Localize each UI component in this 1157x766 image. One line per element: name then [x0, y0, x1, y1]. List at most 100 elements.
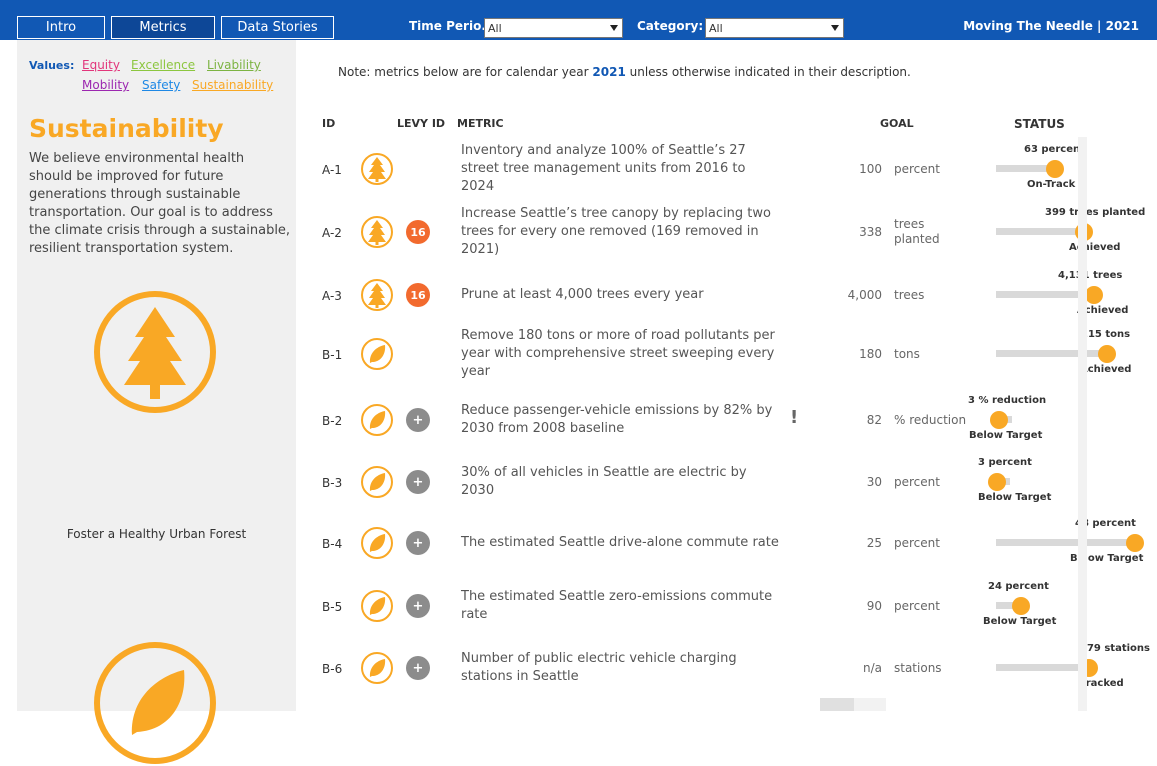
- status-label: On-Track: [1027, 179, 1076, 190]
- status-dot: [1098, 345, 1116, 363]
- status-dot: [990, 411, 1008, 429]
- status-value: 3 % reduction: [968, 395, 1047, 406]
- metric-text: Remove 180 tons or more of road pollutan…: [461, 327, 781, 381]
- status-bar-track: [996, 664, 1080, 671]
- note-text: Note: metrics below are for calendar yea…: [338, 65, 911, 79]
- row-id: B-1: [322, 348, 343, 362]
- category-title: Sustainability: [29, 114, 224, 143]
- time-period-label: Time Perio...: [409, 19, 496, 33]
- leaf-icon: [360, 337, 394, 371]
- metric-text: Prune at least 4,000 trees every year: [461, 286, 781, 304]
- value-link-livability[interactable]: Livability: [207, 58, 261, 72]
- chevron-down-icon: [610, 25, 618, 31]
- metric-line: year with comprehensive street sweeping …: [461, 346, 775, 361]
- note-year: 2021: [592, 65, 626, 79]
- status-bar-track: [996, 350, 1106, 357]
- status-label: Achieved: [1069, 242, 1121, 253]
- goal-value: 338: [859, 225, 882, 239]
- status-value: 24 percent: [988, 581, 1049, 592]
- metric-line: Number of public electric vehicle chargi…: [461, 651, 737, 666]
- row-id: B-5: [322, 600, 343, 614]
- value-link-mobility[interactable]: Mobility: [82, 78, 129, 92]
- value-link-excellence[interactable]: Excellence: [131, 58, 195, 72]
- row-id: A-3: [322, 289, 342, 303]
- levy-badge: 16: [406, 283, 430, 307]
- note-prefix: Note: metrics below are for calendar yea…: [338, 65, 593, 79]
- metric-text: The estimated Seattle drive-alone commut…: [461, 534, 781, 552]
- metric-line: The estimated Seattle drive-alone commut…: [461, 535, 779, 550]
- metric-text: Inventory and analyze 100% of Seattle’s …: [461, 142, 781, 196]
- tab-intro[interactable]: Intro: [17, 16, 105, 39]
- metric-text: 30% of all vehicles in Seattle are elect…: [461, 464, 781, 500]
- metric-line: 2030 from 2008 baseline: [461, 421, 625, 436]
- row-id: A-1: [322, 163, 342, 177]
- row-id: B-3: [322, 476, 343, 490]
- metric-line: Increase Seattle’s tree canopy by replac…: [461, 206, 771, 221]
- metric-line: 2024: [461, 179, 495, 194]
- value-link-safety[interactable]: Safety: [142, 78, 180, 92]
- value-link-equity[interactable]: Equity: [82, 58, 120, 72]
- time-period-select[interactable]: All: [484, 18, 623, 38]
- levy-badge[interactable]: +: [406, 408, 430, 432]
- category-select[interactable]: All: [705, 18, 844, 38]
- sidebar: Values: Equity Excellence Livability Mob…: [17, 40, 296, 764]
- goal-unit: trees planted: [894, 217, 940, 246]
- header-id: ID: [322, 117, 336, 130]
- tree-icon: [360, 215, 394, 249]
- status-value: 3 percent: [978, 457, 1032, 468]
- row-id: B-2: [322, 414, 343, 428]
- goal-unit: % reduction: [894, 413, 967, 427]
- metric-line: The estimated Seattle zero-emissions com…: [461, 589, 773, 604]
- status-value: 4,131 trees: [1058, 270, 1123, 281]
- metric-line: year: [461, 364, 491, 379]
- tab-metrics[interactable]: Metrics: [111, 16, 215, 39]
- metric-line: Remove 180 tons or more of road pollutan…: [461, 328, 775, 343]
- status-label: Below Target: [983, 616, 1057, 627]
- goal-unit: percent: [894, 162, 940, 176]
- status-value: 63 percent: [1024, 144, 1085, 155]
- header-status: STATUS: [1014, 117, 1065, 131]
- value-link-sustainability[interactable]: Sustainability: [192, 78, 273, 92]
- vertical-scrollbar[interactable]: [1078, 137, 1087, 711]
- metric-text: Number of public electric vehicle chargi…: [461, 650, 781, 686]
- goal-caption: Foster a Healthy Urban Forest: [66, 527, 247, 541]
- goal-value: 4,000: [847, 288, 882, 302]
- status-value: 215 tons: [1081, 329, 1131, 340]
- status-label: Below Target: [978, 492, 1052, 503]
- scrollbar-thumb[interactable]: [820, 698, 854, 711]
- levy-badge[interactable]: +: [406, 594, 430, 618]
- leaf-icon: [360, 403, 394, 437]
- category-description: We believe environmental health should b…: [29, 151, 291, 256]
- metric-line: 2021): [461, 242, 500, 257]
- horizontal-scrollbar[interactable]: [820, 698, 886, 711]
- top-nav-bar: Intro Metrics Data Stories Time Perio...…: [0, 0, 1157, 40]
- goal-unit: percent: [894, 475, 940, 489]
- header-metric: METRIC: [457, 117, 504, 130]
- goal-value: 180: [859, 347, 882, 361]
- goal-value: 25: [866, 536, 882, 550]
- leaf-icon: [360, 589, 394, 623]
- goal-unit: trees: [894, 288, 925, 302]
- tree-icon: [360, 152, 394, 186]
- levy-badge[interactable]: +: [406, 531, 430, 555]
- levy-badge[interactable]: +: [406, 656, 430, 680]
- row-id: A-2: [322, 226, 342, 240]
- status-bar-track: [996, 539, 1136, 546]
- levy-badge[interactable]: +: [406, 470, 430, 494]
- goal-unit: stations: [894, 661, 942, 675]
- goal-unit: percent: [894, 599, 940, 613]
- goal-value: 100: [859, 162, 882, 176]
- metric-line: stations in Seattle: [461, 669, 579, 684]
- goal-value: n/a: [862, 661, 882, 675]
- header-goal: GOAL: [880, 117, 914, 130]
- values-label: Values:: [29, 59, 75, 72]
- tree-icon: [360, 278, 394, 312]
- metric-line: Inventory and analyze 100% of Seattle’s …: [461, 143, 746, 158]
- goal-unit: tons: [894, 347, 920, 361]
- brand-title: Moving The Needle | 2021: [963, 19, 1139, 33]
- tab-data-stories[interactable]: Data Stories: [221, 16, 334, 39]
- status-label: Below Target: [969, 430, 1043, 441]
- status-dot: [1085, 286, 1103, 304]
- metric-line: street tree management units from 2016 t…: [461, 161, 746, 176]
- leaf-icon: [360, 526, 394, 560]
